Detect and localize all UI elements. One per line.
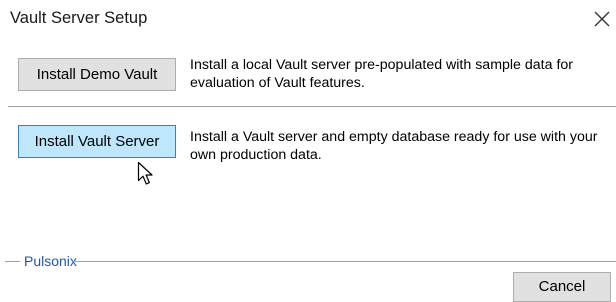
- group-border-left: [5, 261, 20, 262]
- install-vault-server-button[interactable]: Install Vault Server: [18, 125, 176, 158]
- install-demo-vault-button[interactable]: Install Demo Vault: [18, 58, 176, 91]
- group-label-pulsonix: Pulsonix: [24, 253, 77, 269]
- mouse-pointer-icon: [137, 161, 153, 185]
- vault-server-description: Install a Vault server and empty databas…: [190, 129, 598, 163]
- demo-vault-description: Install a local Vault server pre-populat…: [190, 57, 573, 91]
- cancel-button[interactable]: Cancel: [513, 272, 611, 302]
- close-icon: [594, 11, 610, 27]
- close-button[interactable]: [593, 10, 611, 28]
- dialog-title: Vault Server Setup: [10, 9, 148, 27]
- group-border-right: [73, 261, 616, 262]
- section-divider: [8, 106, 616, 107]
